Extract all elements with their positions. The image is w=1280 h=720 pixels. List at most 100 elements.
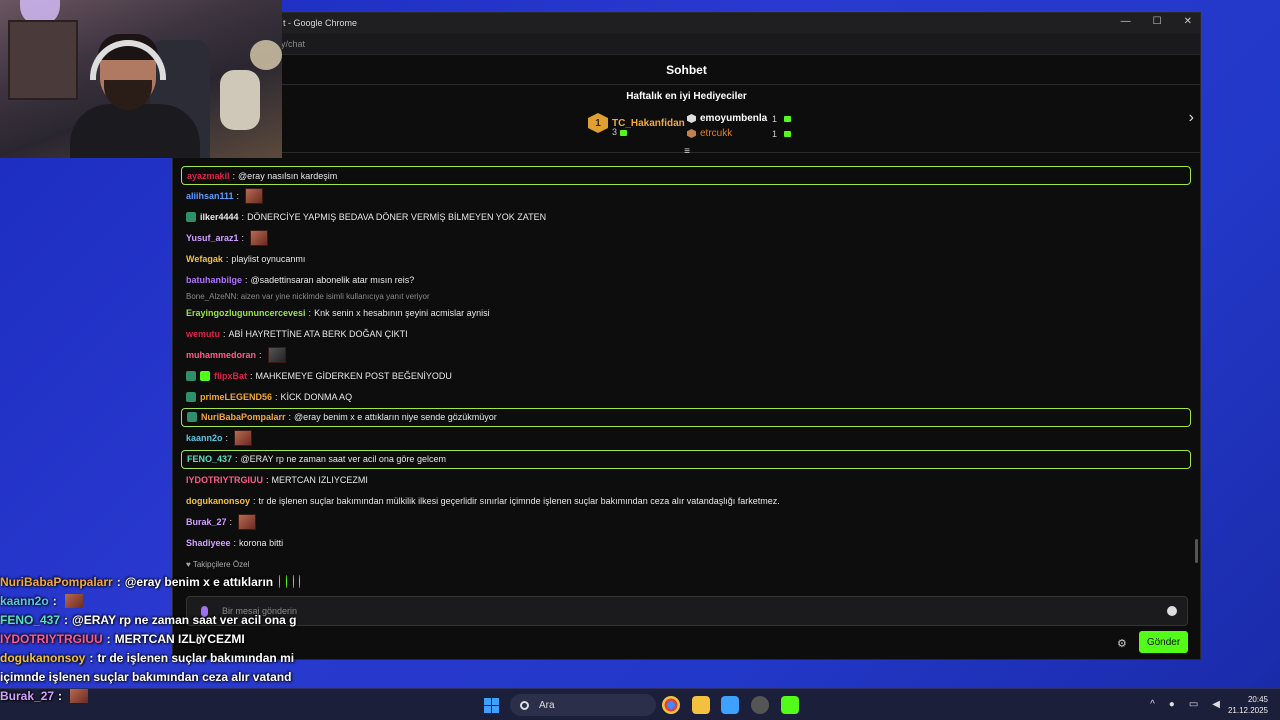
network-icon[interactable]: ▭ <box>1189 699 1198 710</box>
chat-username[interactable]: wemutu <box>186 329 220 339</box>
chat-username[interactable]: Wefagak <box>186 254 223 264</box>
chat-message[interactable]: FENO_437: @ERAY rp ne zaman saat ver acil… <box>181 449 1191 469</box>
top-gifter-third[interactable]: etrcukk 1 <box>687 126 792 141</box>
volume-icon[interactable]: ◀ <box>1212 699 1220 710</box>
separator: : <box>308 308 312 319</box>
title-bar: t - Google Chrome — ☐ ✕ <box>173 13 1200 33</box>
chat-username[interactable]: aliihsan111 <box>186 191 234 201</box>
chat-message[interactable]: aliihsan111: <box>181 186 1191 207</box>
overlay-text: içimnde işlenen suçlar bakımından ceza a… <box>0 669 292 684</box>
overlay-username: FENO_437 <box>0 612 61 627</box>
clock[interactable]: 20:45 21.12.2025 <box>1228 694 1268 716</box>
obs-icon[interactable] <box>751 696 769 714</box>
chat-username[interactable]: Burak_27 <box>186 517 227 527</box>
photos-icon[interactable] <box>721 696 739 714</box>
overlay-separator: : <box>64 612 69 627</box>
chat-username[interactable]: Yusuf_araz1 <box>186 233 239 243</box>
separator: : <box>266 475 269 486</box>
chat-message[interactable]: flipxBat: MAHKEMEYE GİDERKEN POST BEĞENİY… <box>181 365 1191 386</box>
chevron-up-icon[interactable]: ^ <box>1150 699 1155 710</box>
folder-icon[interactable] <box>692 696 710 714</box>
overlay-chat-line: kaann2o: <box>0 591 300 610</box>
user-badge-icon <box>186 212 196 223</box>
chat-username[interactable]: ilker4444 <box>200 212 239 222</box>
overlay-chat-line: NuriBabaPompalarr: @eray benim x e attıkl… <box>0 572 300 591</box>
chat-text: playlist oynucanmı <box>231 253 306 264</box>
chat-message[interactable]: wemutu: ABİ HAYRETTİNE ATA BERK DOĞAN ÇIK… <box>181 324 1191 345</box>
emoji-icon[interactable] <box>1167 606 1177 616</box>
message-input[interactable]: Bir mesaj gönderin <box>186 596 1188 626</box>
chat-username[interactable]: FENO_437 <box>187 454 232 464</box>
chat-message[interactable]: primeLEGEND56: KİCK DONMA AQ <box>181 386 1191 407</box>
top-gifters-panel: Haftalık en iyi Hediyeciler 1 TC_Hakanfi… <box>173 85 1200 157</box>
overlay-separator: : <box>106 631 111 646</box>
gifter-name: etrcukk <box>700 128 733 139</box>
chat-message[interactable]: IYDOTRIYTRGIUU: MERTCAN IZLIYCEZMI <box>181 470 1191 491</box>
chat-message[interactable]: ayazmakil: @eray nasılsın kardeşim <box>181 166 1191 185</box>
viewer-count: 0 <box>196 636 202 647</box>
separator: : <box>288 412 292 423</box>
chat-message[interactable]: Shadiyeee: korona bitti <box>181 532 1191 553</box>
top-gifters-others: emoyumbenla 1 etrcukk 1 <box>687 111 792 141</box>
window-title: t - Google Chrome <box>283 18 358 28</box>
collapse-icon[interactable]: ≡ <box>681 147 693 157</box>
maximize-button[interactable]: ☐ <box>1153 16 1162 27</box>
chat-username[interactable]: muhammedoran <box>186 350 256 360</box>
chat-username[interactable]: ayazmakil <box>187 171 230 181</box>
close-button[interactable]: ✕ <box>1184 16 1192 27</box>
overlay-username: NuriBabaPompalarr <box>0 574 113 589</box>
chat-username[interactable]: NuriBabaPompalarr <box>201 412 286 422</box>
separator: : <box>275 391 278 402</box>
chat-message[interactable]: Yusuf_araz1: <box>181 228 1191 249</box>
scrollbar[interactable] <box>1195 539 1198 563</box>
windows-start-icon[interactable] <box>484 698 499 713</box>
chat-message[interactable]: dogukanonsoy: tr de işlenen suçlar bakımı… <box>181 491 1191 512</box>
clock-date: 21.12.2025 <box>1227 706 1268 715</box>
chat-message[interactable]: Burak_27: <box>181 511 1191 532</box>
separator: : <box>235 454 238 465</box>
rank-hex-icon <box>687 114 696 123</box>
chat-message-list[interactable]: ayazmakil: @eray nasılsın kardeşim aliihsa… <box>181 165 1191 575</box>
separator: : <box>225 253 229 264</box>
separator: : <box>223 329 226 340</box>
mic-tray-icon[interactable]: ● <box>1169 699 1175 710</box>
user-badge-icon <box>187 412 197 423</box>
chat-username[interactable]: Erayingozlugununcercevesi <box>186 308 306 318</box>
emote-image <box>250 229 269 246</box>
overlay-chat-line: FENO_437: @ERAY rp ne zaman saat ver acil… <box>0 610 300 629</box>
chevron-right-icon[interactable]: › <box>1189 109 1194 127</box>
chat-text: tr de işlenen suçlar bakımından mülkilik… <box>258 495 780 506</box>
gifter-name: emoyumbenla <box>700 113 768 124</box>
chat-title: Sohbet <box>666 62 707 77</box>
overlay-username: dogukanonsoy <box>0 650 86 665</box>
chat-username[interactable]: flipxBat <box>214 371 247 381</box>
chat-message[interactable]: muhammedoran: <box>181 345 1191 366</box>
chat-username[interactable]: primeLEGEND56 <box>200 392 272 402</box>
chat-username[interactable]: kaann2o <box>186 433 223 443</box>
chat-username[interactable]: IYDOTRIYTRGIUU <box>186 475 263 485</box>
chat-message[interactable]: Erayingozlugununcercevesi: Knk senin x he… <box>181 303 1191 324</box>
chat-username[interactable]: Shadiyeee <box>186 538 231 548</box>
top-gifter-second[interactable]: emoyumbenla 1 <box>687 111 792 126</box>
chrome-window: t - Google Chrome — ☐ ✕ y/chat Sohbet Ha… <box>172 12 1201 660</box>
chrome-icon[interactable] <box>662 696 680 714</box>
overlay-emoji-icon <box>285 575 287 588</box>
chat-message[interactable]: NuriBabaPompalarr: @eray benim x e attıkl… <box>181 407 1191 427</box>
chat-message[interactable]: Wefagak: playlist oynucanmı <box>181 248 1191 269</box>
kick-icon[interactable] <box>781 696 799 714</box>
send-button[interactable]: Gönder <box>1139 631 1188 653</box>
minimize-button[interactable]: — <box>1121 16 1131 27</box>
chat-username[interactable]: dogukanonsoy <box>186 496 250 506</box>
address-bar[interactable]: y/chat <box>173 33 1200 55</box>
overlay-text: tr de işlenen suçlar bakımından mi <box>97 650 295 665</box>
chat-message[interactable]: kaann2o: <box>181 428 1191 449</box>
chat-username[interactable]: batuhanbilge <box>186 275 242 285</box>
chat-message[interactable]: ilker4444: DÖNERCİYE YAPMIŞ BEDAVA DÖNER … <box>181 207 1191 228</box>
chat-message[interactable]: batuhanbilge: @sadettinsaran abonelik ata… <box>181 269 1191 290</box>
overlay-username: Burak_27 <box>0 688 55 703</box>
top-gifter-first[interactable]: 1 TC_Hakanfidan 3 <box>588 113 685 137</box>
subscriber-badge-icon <box>200 370 210 381</box>
gift-count: 3 <box>612 127 618 137</box>
gear-icon[interactable]: ⚙ <box>1117 637 1127 650</box>
taskbar-search[interactable]: Ara <box>510 694 656 716</box>
